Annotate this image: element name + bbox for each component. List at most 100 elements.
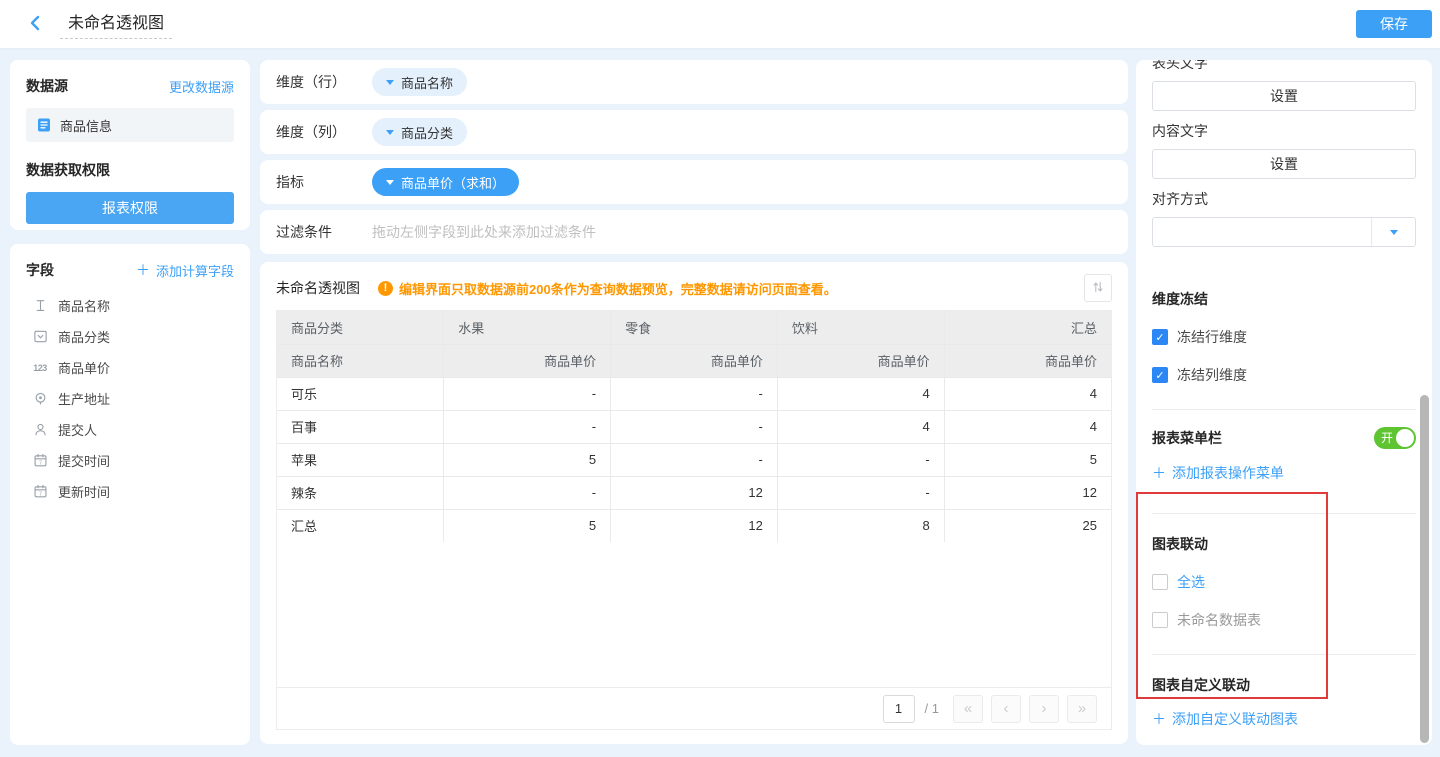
column-subheader[interactable]: 商品名称 bbox=[277, 344, 444, 377]
report-permission-button[interactable]: 报表权限 bbox=[26, 192, 234, 224]
freeze-col-option[interactable]: ✓ 冻结列维度 bbox=[1152, 365, 1416, 385]
add-calc-field-link[interactable]: ＋ 添加计算字段 bbox=[136, 260, 234, 280]
checkbox-checked-icon[interactable]: ✓ bbox=[1152, 329, 1168, 345]
checkbox-unchecked-icon[interactable] bbox=[1152, 612, 1168, 628]
datasource-card: 数据源 更改数据源 商品信息 数据获取权限 报表权限 bbox=[10, 60, 250, 230]
align-select[interactable] bbox=[1152, 217, 1416, 247]
calendar-icon: 7 bbox=[32, 453, 48, 469]
column-header[interactable]: 汇总 bbox=[944, 311, 1111, 344]
table-row: 苹果 5 - - 5 bbox=[277, 443, 1111, 476]
datasource-item[interactable]: 商品信息 bbox=[26, 108, 234, 142]
column-subheader[interactable]: 商品单价 bbox=[611, 344, 778, 377]
value-cell: - bbox=[444, 476, 611, 509]
add-custom-linkage-link[interactable]: ＋ 添加自定义联动图表 bbox=[1152, 709, 1298, 729]
content-text-settings-button[interactable]: 设置 bbox=[1152, 149, 1416, 179]
fields-title: 字段 bbox=[26, 260, 54, 280]
next-page-button[interactable]: › bbox=[1029, 695, 1059, 723]
column-header[interactable]: 饮料 bbox=[777, 311, 944, 344]
location-icon bbox=[32, 391, 48, 407]
last-page-button[interactable]: » bbox=[1067, 695, 1097, 723]
value-cell: - bbox=[444, 410, 611, 443]
col-dimension-chip[interactable]: 商品分类 bbox=[372, 118, 467, 146]
col-dimension-label: 维度（列） bbox=[276, 122, 372, 142]
chevron-down-icon bbox=[386, 180, 394, 185]
row-label-cell: 汇总 bbox=[277, 509, 444, 542]
settings-panel: 表头文字 设置 内容文字 设置 对齐方式 维度冻结 ✓ 冻结行维度 ✓ 冻结列维… bbox=[1136, 60, 1432, 745]
report-menu-toggle[interactable]: 开 bbox=[1374, 427, 1416, 449]
prev-page-button[interactable]: ‹ bbox=[991, 695, 1021, 723]
field-item[interactable]: 7 更新时间 bbox=[26, 476, 234, 507]
checkbox-unchecked-icon[interactable] bbox=[1152, 574, 1168, 590]
divider bbox=[1152, 513, 1416, 514]
table-header-row: 商品分类 水果 零食 饮料 汇总 bbox=[277, 311, 1111, 344]
datasource-title: 数据源 bbox=[26, 76, 68, 96]
column-subheader[interactable]: 商品单价 bbox=[777, 344, 944, 377]
first-page-button[interactable]: « bbox=[953, 695, 983, 723]
field-item[interactable]: 123 商品单价 bbox=[26, 352, 234, 383]
row-dimension-chip[interactable]: 商品名称 bbox=[372, 68, 467, 96]
fields-card: 字段 ＋ 添加计算字段 商品名称 商品分类 123 商品单价 生产地址 bbox=[10, 244, 250, 745]
add-report-menu-link[interactable]: ＋ 添加报表操作菜单 bbox=[1152, 463, 1284, 483]
chart-linkage-title: 图表联动 bbox=[1152, 534, 1416, 554]
metric-chip[interactable]: 商品单价（求和） bbox=[372, 168, 519, 196]
text-icon bbox=[32, 298, 48, 314]
divider bbox=[1152, 654, 1416, 655]
sort-button[interactable] bbox=[1084, 274, 1112, 302]
column-header[interactable]: 水果 bbox=[444, 311, 611, 344]
table-row: 辣条 - 12 - 12 bbox=[277, 476, 1111, 509]
filter-label: 过滤条件 bbox=[276, 222, 372, 242]
value-cell: - bbox=[611, 410, 778, 443]
value-cell: - bbox=[444, 377, 611, 410]
number-icon: 123 bbox=[32, 360, 48, 376]
header-text-label: 表头文字 bbox=[1152, 60, 1416, 73]
header-text-settings-button[interactable]: 设置 bbox=[1152, 81, 1416, 111]
page-title[interactable]: 未命名透视图 bbox=[60, 9, 172, 39]
column-subheader[interactable]: 商品单价 bbox=[444, 344, 611, 377]
preview-warning: ! 编辑界面只取数据源前200条作为查询数据预览，完整数据请访问页面查看。 bbox=[378, 279, 837, 298]
value-cell: - bbox=[777, 476, 944, 509]
page-total: / 1 bbox=[925, 701, 939, 716]
column-header[interactable]: 商品分类 bbox=[277, 311, 444, 344]
change-datasource-link[interactable]: 更改数据源 bbox=[169, 77, 234, 96]
save-button[interactable]: 保存 bbox=[1356, 10, 1432, 38]
value-cell: 4 bbox=[777, 377, 944, 410]
row-dimension-card: 维度（行） 商品名称 bbox=[260, 60, 1128, 104]
field-item[interactable]: 商品名称 bbox=[26, 290, 234, 321]
select-all-option[interactable]: 全选 bbox=[1152, 572, 1416, 592]
value-cell: 5 bbox=[444, 443, 611, 476]
field-item[interactable]: 商品分类 bbox=[26, 321, 234, 352]
field-item[interactable]: 提交人 bbox=[26, 414, 234, 445]
table-subheader-row: 商品名称 商品单价 商品单价 商品单价 商品单价 bbox=[277, 344, 1111, 377]
warning-icon: ! bbox=[378, 281, 393, 296]
custom-linkage-title: 图表自定义联动 bbox=[1152, 675, 1416, 695]
toggle-knob bbox=[1396, 429, 1414, 447]
value-cell: - bbox=[611, 443, 778, 476]
value-cell: - bbox=[777, 443, 944, 476]
datasource-item-label: 商品信息 bbox=[60, 116, 112, 135]
freeze-row-option[interactable]: ✓ 冻结行维度 bbox=[1152, 327, 1416, 347]
checkbox-checked-icon[interactable]: ✓ bbox=[1152, 367, 1168, 383]
freeze-title: 维度冻结 bbox=[1152, 289, 1416, 309]
back-button[interactable] bbox=[26, 14, 44, 35]
svg-text:7: 7 bbox=[39, 460, 42, 466]
field-item[interactable]: 生产地址 bbox=[26, 383, 234, 414]
filter-card[interactable]: 过滤条件 拖动左侧字段到此处来添加过滤条件 bbox=[260, 210, 1128, 254]
row-label-cell: 可乐 bbox=[277, 377, 444, 410]
row-dimension-label: 维度（行） bbox=[276, 72, 372, 92]
table-row: 可乐 - - 4 4 bbox=[277, 377, 1111, 410]
row-label-cell: 百事 bbox=[277, 410, 444, 443]
linkage-item-option[interactable]: 未命名数据表 bbox=[1152, 610, 1416, 630]
field-item[interactable]: 7 提交时间 bbox=[26, 445, 234, 476]
metric-label: 指标 bbox=[276, 172, 372, 192]
preview-title: 未命名透视图 bbox=[276, 278, 360, 298]
plus-icon: ＋ bbox=[136, 260, 150, 280]
page-number-input[interactable]: 1 bbox=[883, 695, 915, 723]
value-cell: 4 bbox=[944, 377, 1111, 410]
top-bar: 未命名透视图 保存 bbox=[0, 0, 1440, 48]
value-cell: 4 bbox=[944, 410, 1111, 443]
value-cell: 12 bbox=[611, 476, 778, 509]
column-subheader[interactable]: 商品单价 bbox=[944, 344, 1111, 377]
panel-scrollbar[interactable] bbox=[1420, 395, 1429, 743]
column-header[interactable]: 零食 bbox=[611, 311, 778, 344]
pagination-bar: 1 / 1 « ‹ › » bbox=[277, 687, 1111, 729]
